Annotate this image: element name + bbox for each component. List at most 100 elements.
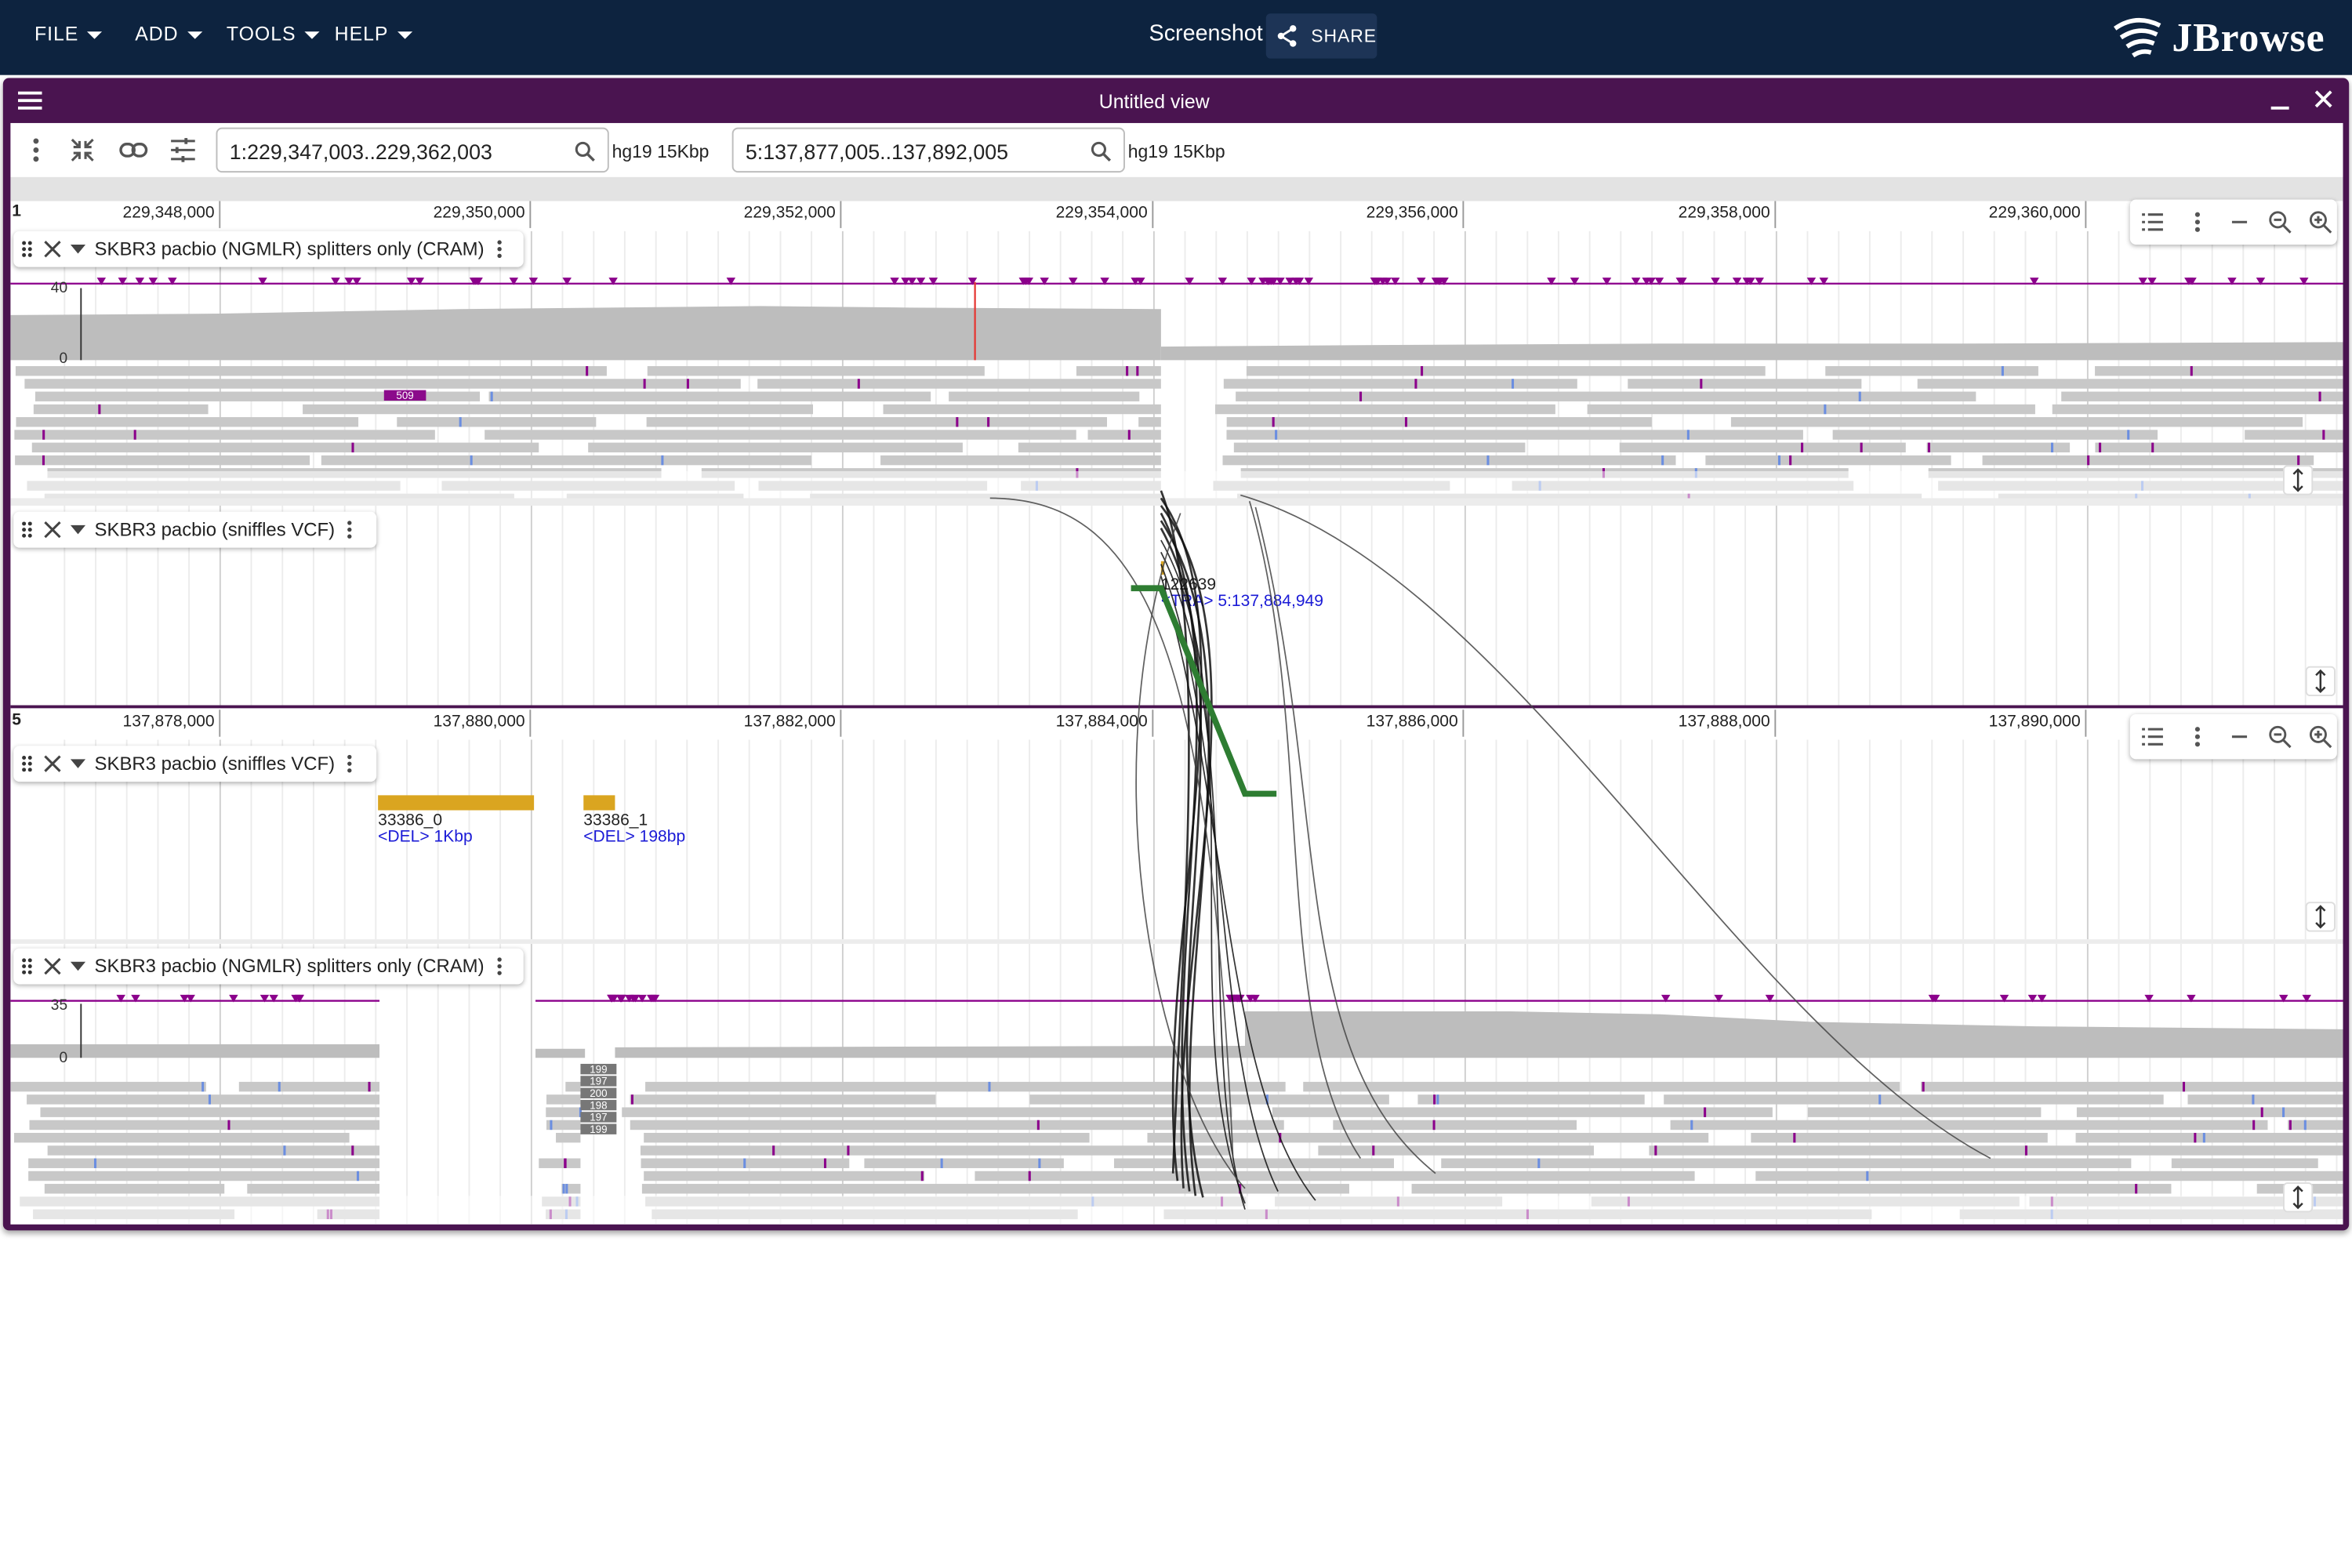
top-ruler[interactable]: 1 229,348,000 229,350,000 229,352,000 22…	[10, 201, 2343, 230]
bottom-location-input[interactable]: 5:137,877,005..137,892,005	[731, 127, 1125, 173]
drag-handle-icon[interactable]	[20, 956, 34, 977]
mismatch	[1126, 365, 1129, 376]
tune-icon[interactable]	[168, 135, 198, 165]
close-icon[interactable]	[43, 957, 61, 975]
close-icon[interactable]	[2313, 89, 2334, 110]
read	[1982, 455, 2314, 466]
read	[16, 417, 359, 427]
help-menu[interactable]: HELP	[335, 23, 413, 45]
minus-icon[interactable]	[2227, 724, 2252, 749]
read	[1705, 455, 1951, 466]
chevron-down-icon[interactable]	[70, 243, 86, 255]
read	[1147, 1132, 1709, 1143]
view-header: Untitled view	[3, 78, 2349, 123]
mismatch	[2318, 391, 2321, 401]
more-vert-icon[interactable]	[493, 956, 505, 977]
ruler-label: 137,886,000	[1366, 713, 1458, 731]
more-vert-icon[interactable]	[344, 753, 356, 775]
close-icon[interactable]	[43, 755, 61, 773]
add-menu[interactable]: ADD	[135, 23, 203, 45]
zoom-out-icon[interactable]	[2268, 724, 2292, 749]
zoom-in-icon[interactable]	[2309, 724, 2333, 749]
resize-handle[interactable]	[2305, 666, 2336, 697]
mismatch	[1858, 391, 1861, 401]
chevron-down-icon[interactable]	[70, 524, 86, 535]
mismatch	[1136, 365, 1139, 376]
read	[1807, 1107, 2042, 1117]
resize-handle[interactable]	[2282, 465, 2314, 495]
bottom-alignments-track-header: SKBR3 pacbio (NGMLR) splitters only (CRA…	[13, 948, 524, 985]
top-vcf-track-header: SKBR3 pacbio (sniffles VCF)	[13, 511, 377, 548]
deletion-feature[interactable]	[583, 795, 615, 811]
top-view-controls	[2129, 199, 2337, 245]
search-icon[interactable]	[1091, 141, 1112, 162]
link-icon[interactable]	[118, 135, 148, 165]
mismatch	[550, 1120, 553, 1131]
drag-handle-icon[interactable]	[20, 519, 34, 540]
fade-bottom	[10, 470, 2343, 499]
mismatch	[565, 1184, 568, 1194]
top-alignments-track[interactable]: 40 0 509	[10, 230, 2343, 499]
read	[2095, 442, 2343, 453]
bottom-alignments-track[interactable]: 35 0 199 197 200 198 197 199	[10, 943, 2343, 1225]
more-vert-icon[interactable]	[344, 519, 356, 540]
resize-handle[interactable]	[2305, 902, 2336, 932]
overview-bar[interactable]	[10, 176, 2343, 201]
deletion-feature[interactable]	[378, 795, 535, 811]
collapse-icon[interactable]	[67, 135, 97, 165]
share-label: SHARE	[1311, 25, 1377, 47]
file-menu[interactable]: FILE	[34, 23, 103, 45]
read	[15, 365, 607, 376]
read	[647, 365, 985, 376]
chevron-down-icon[interactable]	[70, 960, 86, 972]
mismatch	[1433, 1094, 1436, 1105]
read	[1076, 365, 1161, 376]
translocation-feature[interactable]	[1160, 561, 1164, 575]
share-button[interactable]: SHARE	[1265, 13, 1377, 59]
more-vert-icon[interactable]	[493, 238, 505, 260]
mismatch	[2297, 455, 2300, 466]
bottom-ruler[interactable]: 5 137,878,000 137,880,000 137,882,000 13…	[10, 710, 2343, 739]
drag-handle-icon[interactable]	[20, 753, 34, 775]
resize-handle[interactable]	[2282, 1182, 2314, 1213]
chevron-down-icon	[87, 31, 103, 39]
coverage-min-label: 0	[59, 1050, 67, 1066]
close-icon[interactable]	[43, 240, 61, 258]
mismatch	[1127, 430, 1131, 440]
top-location-input[interactable]: 1:229,347,003..229,362,003	[216, 127, 609, 173]
read	[2288, 1120, 2343, 1131]
read	[757, 379, 1161, 389]
tools-menu[interactable]: TOOLS	[227, 23, 321, 45]
ruler-tick	[219, 710, 221, 737]
minimize-icon[interactable]	[2270, 93, 2291, 111]
mismatch	[630, 1094, 633, 1105]
mismatch	[2252, 1120, 2256, 1131]
more-vert-icon[interactable]	[2186, 210, 2210, 234]
read	[13, 1132, 350, 1143]
mismatch	[2322, 430, 2325, 440]
mismatch	[2194, 1132, 2197, 1143]
ruler-label: 229,360,000	[1988, 204, 2081, 223]
mismatch	[201, 1081, 205, 1092]
list-icon[interactable]	[2140, 724, 2165, 749]
zoom-out-icon[interactable]	[2268, 210, 2292, 234]
read	[630, 1094, 936, 1105]
mismatch	[1793, 1132, 1796, 1143]
track-divider[interactable]	[10, 498, 2343, 506]
view-title[interactable]: Untitled view	[3, 90, 2306, 113]
chevron-down-icon	[397, 31, 413, 39]
read	[2095, 365, 2343, 376]
mismatch	[1704, 1107, 1707, 1117]
minus-icon[interactable]	[2227, 210, 2252, 234]
zoom-in-icon[interactable]	[2309, 210, 2333, 234]
read	[1318, 1145, 1595, 1156]
close-icon[interactable]	[43, 521, 61, 539]
more-vert-icon[interactable]	[2186, 724, 2210, 749]
read	[1333, 1120, 1577, 1131]
search-icon[interactable]	[575, 141, 596, 162]
chevron-down-icon[interactable]	[70, 758, 86, 770]
drag-handle-icon[interactable]	[20, 238, 34, 260]
list-icon[interactable]	[2140, 210, 2165, 234]
more-vert-icon[interactable]	[21, 135, 51, 165]
session-title[interactable]: Screenshot	[1149, 21, 1263, 47]
